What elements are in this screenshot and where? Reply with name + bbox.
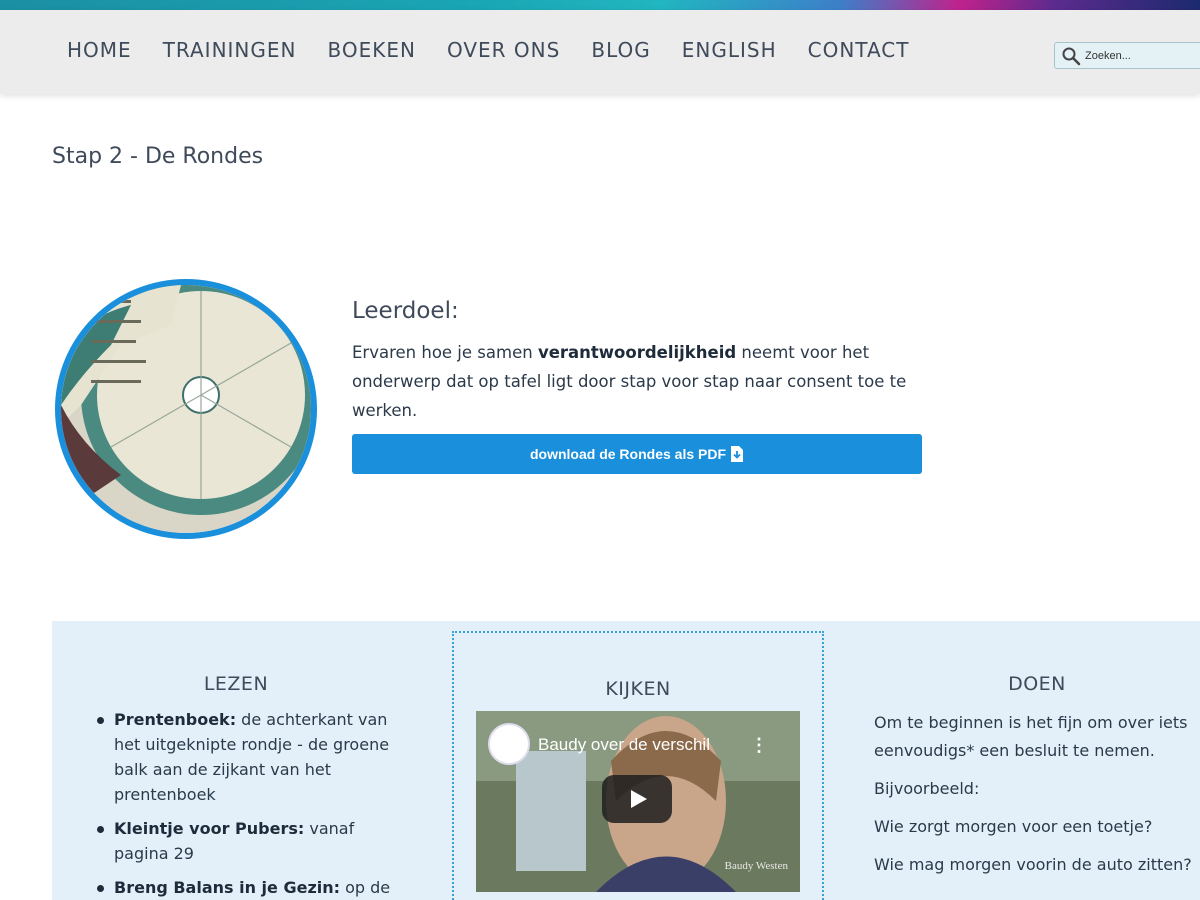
doen-heading: DOEN <box>1008 673 1066 695</box>
play-button[interactable] <box>602 775 672 823</box>
leerdoel-text-bold: verantwoordelijkheid <box>537 343 737 362</box>
main-navbar: HOME TRAININGEN BOEKEN OVER ONS BLOG ENG… <box>0 10 1200 94</box>
top-color-stripe <box>0 0 1200 10</box>
nav-item-boeken[interactable]: BOEKEN <box>328 38 416 62</box>
search-box[interactable] <box>1054 42 1200 69</box>
resources-panel: LEZEN Prentenboek: de achterkant van het… <box>52 621 1200 900</box>
rondes-wheel-image <box>55 279 317 539</box>
lezen-item: Kleintje voor Pubers: vanaf pagina 29 <box>97 816 404 866</box>
pdf-download-icon <box>731 446 744 462</box>
kijken-column: KIJKEN Baudy over de verschil ⋮ Baudy We… <box>452 631 824 900</box>
doen-paragraph: Bijvoorbeeld: <box>874 779 980 798</box>
doen-paragraph: Wie zorgt morgen voor een toetje? <box>874 817 1153 836</box>
leerdoel-section: Leerdoel: Ervaren hoe je samen verantwoo… <box>352 298 932 425</box>
page-title: Stap 2 - De Rondes <box>52 144 264 169</box>
nav-item-trainingen[interactable]: TRAININGEN <box>163 38 297 62</box>
doen-paragraph: Wie mag morgen voorin de auto zitten? <box>874 855 1192 874</box>
lezen-heading: LEZEN <box>203 673 269 695</box>
leerdoel-text: Ervaren hoe je samen verantwoordelijkhei… <box>352 338 912 425</box>
search-input[interactable] <box>1085 49 1195 62</box>
download-pdf-button[interactable]: download de Rondes als PDF <box>352 434 922 474</box>
doen-text: Om te beginnen is het fijn om over iets … <box>874 709 1200 889</box>
video-embed[interactable]: Baudy over de verschil ⋮ Baudy Westen <box>476 711 800 892</box>
lezen-item-title: Kleintje voor Pubers: <box>114 819 305 838</box>
video-title[interactable]: Baudy over de verschil <box>538 735 710 755</box>
doen-column: DOEN Om te beginnen is het fijn om over … <box>842 621 1200 900</box>
doen-paragraph: Om te beginnen is het fijn om over iets … <box>874 713 1188 760</box>
nav-item-contact[interactable]: CONTACT <box>808 38 910 62</box>
video-caption: Baudy Westen <box>724 860 788 872</box>
download-pdf-label: download de Rondes als PDF <box>529 446 727 462</box>
search-icon <box>1062 47 1081 65</box>
nav-menu: HOME TRAININGEN BOEKEN OVER ONS BLOG ENG… <box>67 38 940 62</box>
channel-logo[interactable] <box>488 723 530 765</box>
kijken-heading: KIJKEN <box>605 678 671 700</box>
nav-item-blog[interactable]: BLOG <box>591 38 650 62</box>
lezen-item: Breng Balans in je Gezin: op de <box>97 875 404 900</box>
nav-item-english[interactable]: ENGLISH <box>682 38 777 62</box>
nav-item-over-ons[interactable]: OVER ONS <box>447 38 560 62</box>
nav-item-home[interactable]: HOME <box>67 38 132 62</box>
lezen-item: Prentenboek: de achterkant van het uitge… <box>97 707 404 807</box>
lezen-item-text: op de <box>340 878 391 897</box>
lezen-column: LEZEN Prentenboek: de achterkant van het… <box>52 621 450 900</box>
lezen-item-title: Prentenboek: <box>114 710 237 729</box>
video-more-icon[interactable]: ⋮ <box>750 735 768 756</box>
leerdoel-text-start: Ervaren hoe je samen <box>352 343 538 362</box>
lezen-item-title: Breng Balans in je Gezin: <box>114 878 341 897</box>
lezen-list: Prentenboek: de achterkant van het uitge… <box>97 707 404 900</box>
leerdoel-heading: Leerdoel: <box>352 298 459 324</box>
